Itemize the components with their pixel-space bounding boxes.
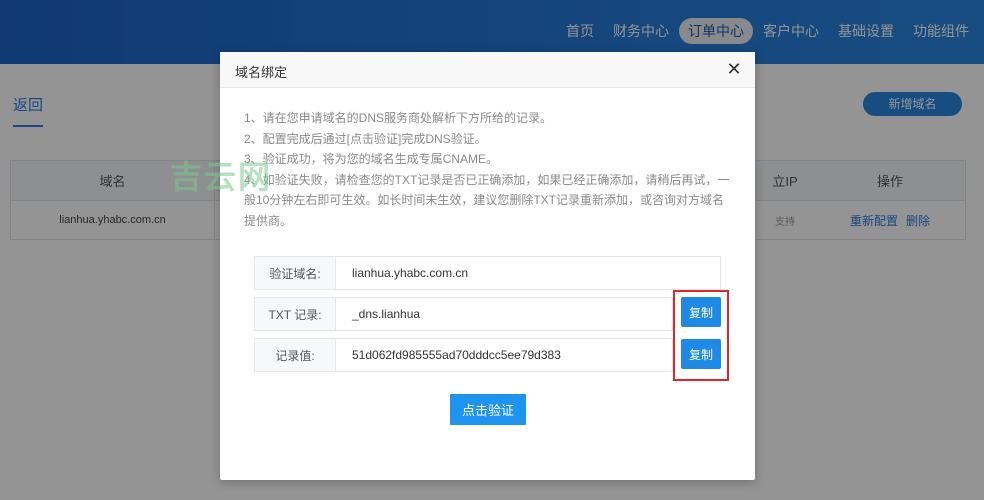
field-label: TXT 记录: — [255, 298, 336, 330]
dialog-title: 域名绑定 — [235, 65, 288, 80]
instruction-line: 4、如验证失败，请检查您的TXT记录是否已正确添加，如果已经正确添加，请稍后再试… — [244, 172, 730, 228]
field-verify-domain: 验证域名: lianhua.yhabc.com.cn — [254, 256, 721, 290]
field-value: 51d062fd985555ad70dddcc5ee79d383 — [336, 339, 672, 371]
field-value: _dns.lianhua — [336, 298, 672, 330]
instructions: 1、请在您申请域名的DNS服务商处解析下方所给的记录。 2、配置完成后通过[点击… — [244, 108, 734, 231]
close-icon[interactable]: ✕ — [725, 60, 743, 78]
field-record-value: 记录值: 51d062fd985555ad70dddcc5ee79d383 — [254, 338, 673, 372]
field-txt-record: TXT 记录: _dns.lianhua — [254, 297, 673, 331]
field-label: 记录值: — [255, 339, 336, 371]
highlight-annotation — [673, 290, 729, 381]
verify-button[interactable]: 点击验证 — [450, 394, 526, 425]
domain-binding-dialog: 域名绑定 ✕ 1、请在您申请域名的DNS服务商处解析下方所给的记录。 2、配置完… — [220, 52, 755, 480]
dialog-header: 域名绑定 ✕ — [220, 52, 755, 88]
field-value: lianhua.yhabc.com.cn — [336, 257, 720, 289]
instruction-line: 3、验证成功，将为您的域名生成专属CNAME。 — [244, 152, 499, 166]
instruction-line: 1、请在您申请域名的DNS服务商处解析下方所给的记录。 — [244, 111, 553, 125]
watermark: 吉云网 — [170, 159, 273, 195]
field-label: 验证域名: — [255, 257, 336, 289]
instruction-line: 2、配置完成后通过[点击验证]完成DNS验证。 — [244, 131, 487, 146]
record-fields: 验证域名: lianhua.yhabc.com.cn TXT 记录: _dns.… — [254, 256, 721, 379]
